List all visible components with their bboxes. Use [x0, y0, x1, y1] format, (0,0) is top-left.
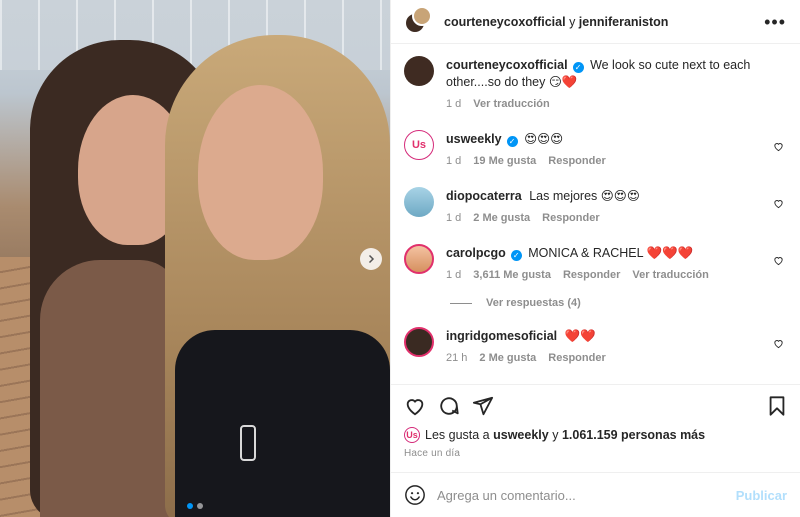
- avatar[interactable]: [404, 244, 434, 274]
- post-authors: courteneycoxofficial y jenniferaniston: [444, 15, 668, 29]
- comment-text: 😍😍😍: [524, 132, 564, 146]
- avatar[interactable]: Us: [404, 427, 420, 443]
- avatar[interactable]: [404, 56, 434, 86]
- carousel-next-button[interactable]: [360, 248, 382, 270]
- comment-likes[interactable]: 2 Me gusta: [473, 210, 530, 227]
- comment-username[interactable]: ingridgomesoficial: [446, 329, 557, 343]
- comment-text: MONICA & RACHEL ❤️❤️❤️: [528, 246, 694, 260]
- carousel-dot-1: [187, 503, 193, 509]
- carousel-dot-2: [197, 503, 203, 509]
- emoji-icon[interactable]: [404, 484, 426, 506]
- share-icon[interactable]: [472, 395, 494, 417]
- chevron-right-icon: [368, 254, 375, 264]
- comment-username[interactable]: usweekly: [446, 132, 502, 146]
- comment-text: ❤️❤️: [564, 329, 596, 343]
- replies-divider: [450, 302, 472, 304]
- comment-username[interactable]: carolpcgo: [446, 246, 506, 260]
- heart-icon[interactable]: [773, 141, 784, 152]
- verified-icon: ✓: [510, 250, 522, 261]
- comment-icon[interactable]: [438, 395, 460, 417]
- view-replies-button[interactable]: Ver respuestas (4): [450, 297, 787, 309]
- heart-icon[interactable]: [773, 338, 784, 349]
- collab-avatars[interactable]: [404, 5, 432, 36]
- comment-time[interactable]: 1 d: [446, 153, 461, 170]
- post-photo[interactable]: [0, 0, 390, 517]
- bookmark-icon[interactable]: [766, 395, 788, 417]
- likes-summary: Us Les gusta a usweekly y 1.061.159 pers…: [404, 427, 788, 443]
- verified-icon: ✓: [572, 62, 584, 73]
- comment: diopocaterra Las mejores 😍😍😍 1 d 2 Me gu…: [404, 187, 787, 227]
- caption: courteneycoxofficial ✓ We look so cute ne…: [404, 56, 787, 113]
- reply-button[interactable]: Responder: [548, 153, 605, 170]
- post-comment-button[interactable]: Publicar: [736, 488, 787, 503]
- comment-username[interactable]: courteneycoxofficial: [446, 58, 568, 72]
- post-timestamp[interactable]: Hace un día: [404, 448, 788, 459]
- comment-likes[interactable]: 2 Me gusta: [479, 350, 536, 367]
- heart-icon[interactable]: [773, 255, 784, 266]
- avatar[interactable]: Us: [404, 130, 434, 160]
- comment-likes[interactable]: 19 Me gusta: [473, 153, 536, 170]
- view-replies-label: Ver respuestas (4): [486, 297, 581, 309]
- more-icon[interactable]: •••: [764, 13, 786, 31]
- photo-person-left-shirt: [40, 260, 180, 517]
- likes-others-link[interactable]: 1.061.159 personas más: [562, 428, 705, 442]
- post-actions: Us Les gusta a usweekly y 1.061.159 pers…: [391, 384, 800, 459]
- likes-connector: y: [552, 428, 559, 442]
- post-header: courteneycoxofficial y jenniferaniston •…: [391, 0, 800, 44]
- photo-person-right-top: [175, 330, 390, 517]
- post-side-panel: courteneycoxofficial y jenniferaniston •…: [390, 0, 800, 517]
- heart-icon[interactable]: [404, 395, 426, 417]
- heart-icon[interactable]: [773, 198, 784, 209]
- comment-likes[interactable]: 3,611 Me gusta: [473, 267, 551, 284]
- photo-person-right-face: [198, 85, 323, 260]
- comment-username[interactable]: diopocaterra: [446, 189, 522, 203]
- reply-button[interactable]: Responder: [548, 350, 605, 367]
- translate-link[interactable]: Ver traducción: [632, 267, 708, 284]
- comment-composer: Publicar: [391, 472, 800, 517]
- comment: ingridgomesoficial ❤️❤️ 21 h 2 Me gusta …: [404, 327, 787, 367]
- comment-time[interactable]: 1 d: [446, 96, 461, 113]
- comments-list[interactable]: courteneycoxofficial ✓ We look so cute ne…: [391, 44, 800, 384]
- comment-input[interactable]: [437, 487, 736, 503]
- likes-user-link[interactable]: usweekly: [493, 428, 549, 442]
- reply-button[interactable]: Responder: [542, 210, 599, 227]
- comment-time[interactable]: 1 d: [446, 210, 461, 227]
- photo-pendant: [240, 425, 256, 461]
- avatar[interactable]: [404, 327, 434, 357]
- author-link[interactable]: courteneycoxofficial: [444, 15, 566, 29]
- instagram-post: courteneycoxofficial y jenniferaniston •…: [0, 0, 800, 517]
- author-connector: y: [569, 14, 576, 29]
- comment: carolpcgo ✓ MONICA & RACHEL ❤️❤️❤️ 1 d 3,…: [404, 244, 787, 284]
- comment-time[interactable]: 1 d: [446, 267, 461, 284]
- avatar[interactable]: [404, 187, 434, 217]
- comment-time[interactable]: 21 h: [446, 350, 467, 367]
- comment-text: Las mejores 😍😍😍: [529, 189, 640, 203]
- author-link[interactable]: jenniferaniston: [579, 15, 669, 29]
- comment: Us usweekly ✓ 😍😍😍 1 d 19 Me gusta Respond…: [404, 130, 787, 170]
- reply-button[interactable]: Responder: [563, 267, 620, 284]
- translate-link[interactable]: Ver traducción: [473, 96, 549, 113]
- verified-icon: ✓: [506, 136, 518, 147]
- avatar: [412, 5, 432, 26]
- carousel-dots: [0, 503, 390, 509]
- likes-prefix: Les gusta a: [425, 428, 490, 442]
